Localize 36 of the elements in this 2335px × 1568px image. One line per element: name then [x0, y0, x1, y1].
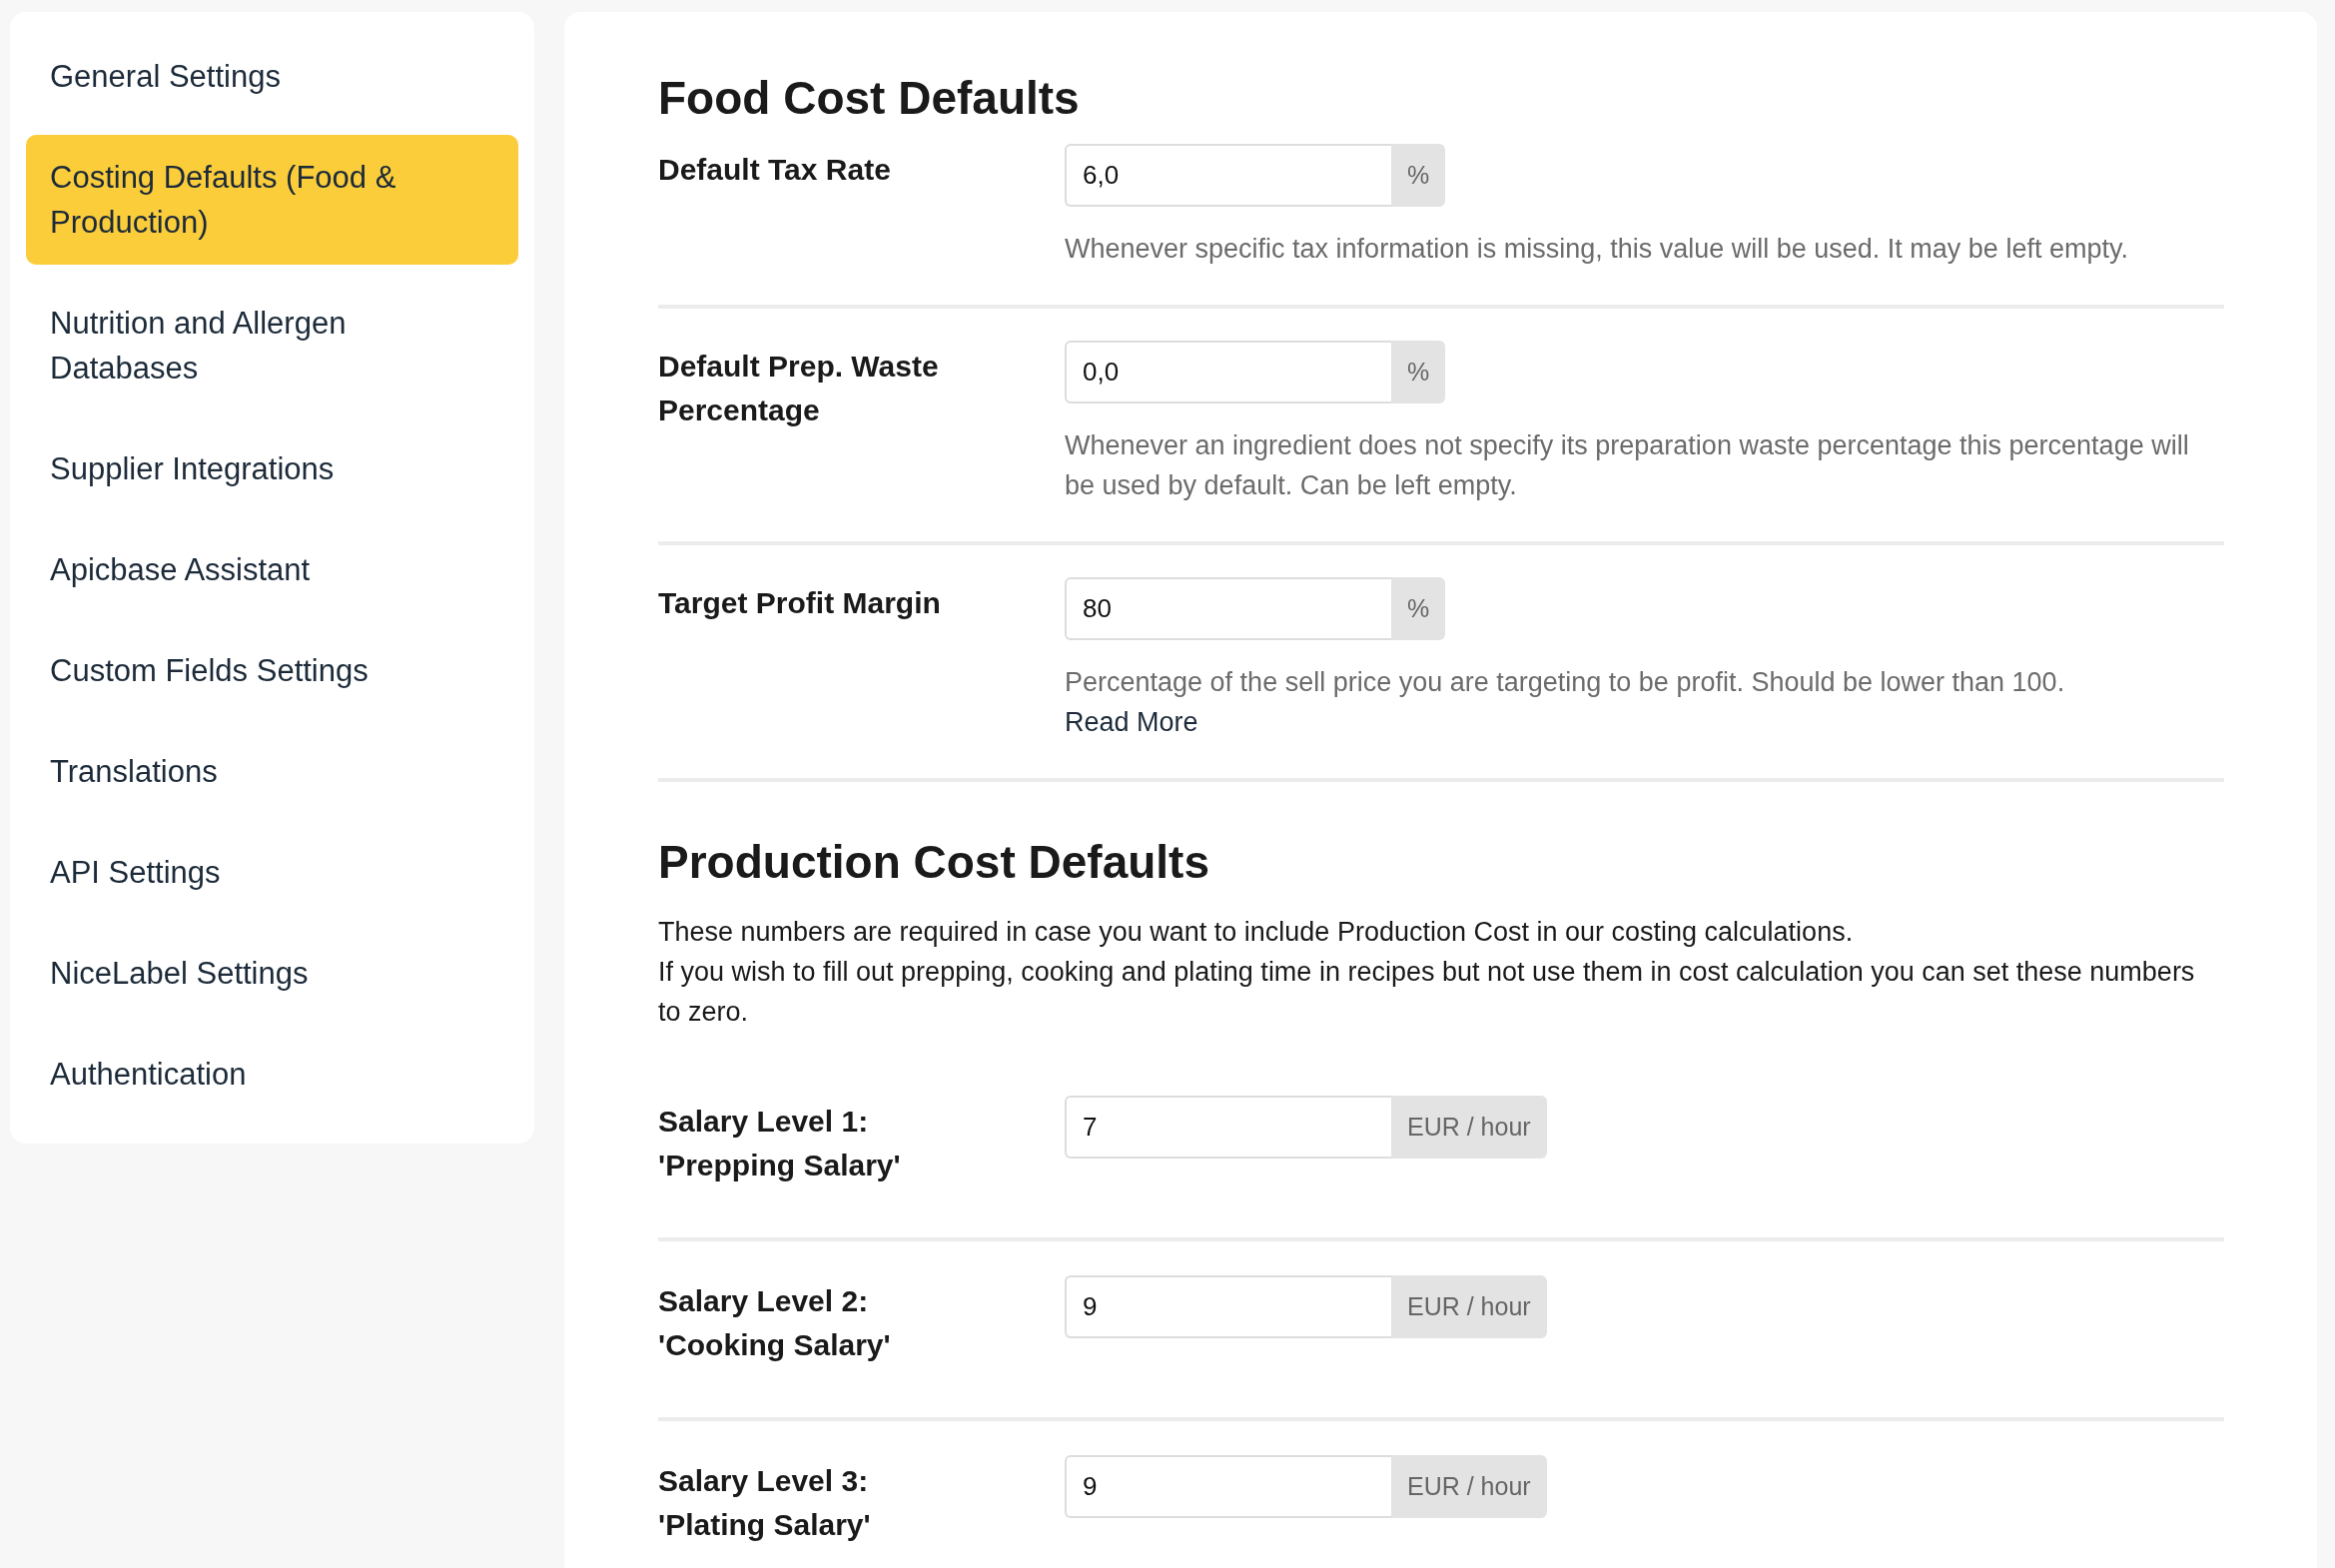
sidebar-item[interactable]: API Settings	[26, 830, 518, 915]
sidebar-item[interactable]: Authentication	[26, 1032, 518, 1117]
input-field[interactable]: 0,0	[1065, 341, 1391, 403]
unit-addon: EUR / hour	[1391, 1455, 1547, 1518]
sidebar-item[interactable]: Supplier Integrations	[26, 426, 518, 511]
field-label: Target Profit Margin	[658, 585, 942, 621]
field-label: Salary Level 3: 'Plating Salary'	[658, 1463, 872, 1543]
help-text: Whenever specific tax information is missing, this value will be used. It may be left empty.	[1065, 233, 2129, 266]
section-heading: Production Cost Defaults	[658, 835, 1211, 890]
input-field[interactable]: 6,0	[1065, 144, 1391, 207]
unit-addon: EUR / hour	[1391, 1096, 1547, 1159]
help-text: Whenever an ingredient does not specify its preparation waste percentage this percentage will be used by default. Can be left empty.	[1065, 429, 2190, 502]
description-text: These numbers are required in case you want to include Production Cost in our costing calculations.	[658, 916, 1855, 949]
sidebar-item[interactable]: Nutrition and Allergen Databases	[26, 281, 518, 410]
input-field[interactable]: 7	[1065, 1096, 1391, 1159]
sidebar-item[interactable]: Costing Defaults (Food & Production)	[26, 135, 518, 265]
sidebar-item[interactable]: General Settings	[26, 34, 518, 119]
unit-addon: %	[1391, 144, 1446, 207]
unit-addon: %	[1391, 341, 1446, 403]
field-label: Default Tax Rate	[658, 152, 892, 188]
read-more-link[interactable]: Read More	[1065, 702, 1198, 742]
help-text: Percentage of the sell price you are targeting to be profit. Should be lower than 100.	[1065, 666, 2066, 699]
sidebar-item[interactable]: Apicbase Assistant	[26, 527, 518, 612]
sidebar-item[interactable]: Translations	[26, 729, 518, 814]
field-label: Salary Level 2: 'Cooking Salary'	[658, 1283, 892, 1363]
description-text: If you wish to fill out prepping, cooking and plating time in recipes but not use them in cost calculation you can set these numbers to zero.	[658, 956, 2196, 1029]
input-field[interactable]: 9	[1065, 1455, 1391, 1518]
section-heading: Food Cost Defaults	[658, 71, 1081, 126]
input-field[interactable]: 9	[1065, 1275, 1391, 1338]
field-label: Salary Level 1: 'Prepping Salary'	[658, 1104, 902, 1183]
unit-addon: %	[1391, 577, 1446, 640]
sidebar-item[interactable]: Custom Fields Settings	[26, 628, 518, 713]
field-label: Default Prep. Waste Percentage	[658, 349, 940, 428]
input-field[interactable]: 80	[1065, 577, 1391, 640]
sidebar-item[interactable]: NiceLabel Settings	[26, 931, 518, 1016]
unit-addon: EUR / hour	[1391, 1275, 1547, 1338]
